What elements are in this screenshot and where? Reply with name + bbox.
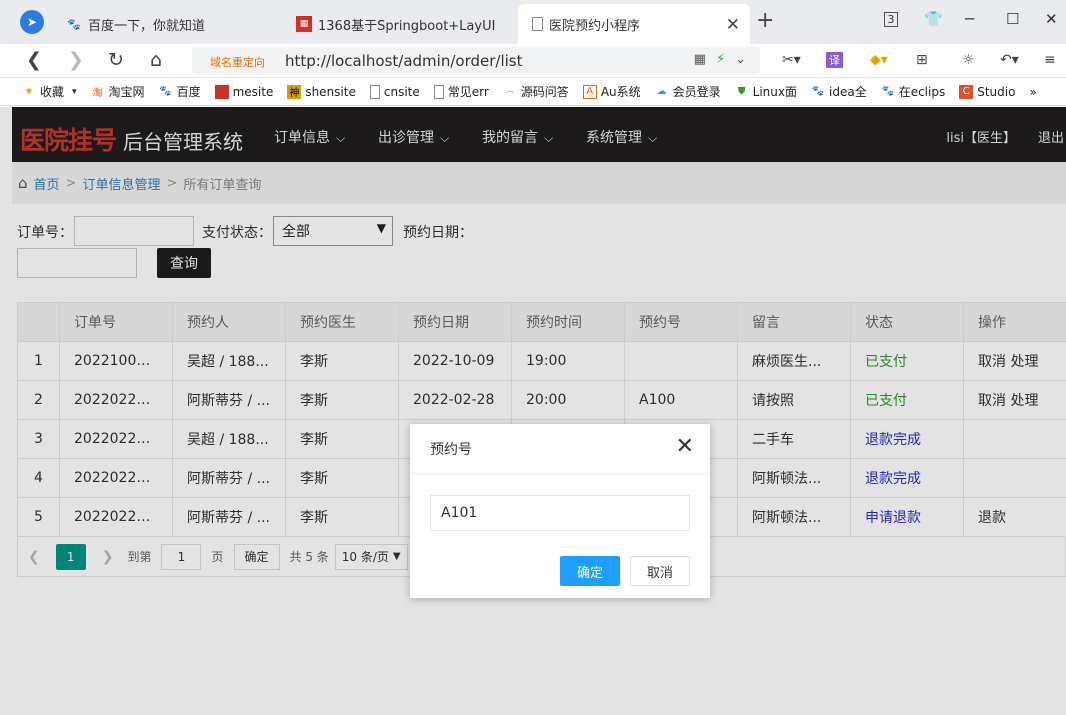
url-text[interactable]: http://localhost/admin/order/list — [285, 52, 522, 70]
shield-icon: ⛊ — [737, 86, 746, 97]
bookmark-item[interactable]: cnsite — [369, 84, 420, 99]
au-icon: A — [582, 84, 597, 99]
forward-icon[interactable]: ❯ — [68, 49, 84, 71]
bookmark-item[interactable]: C Studio — [959, 84, 1015, 99]
bookmark-item[interactable]: ☁ 会员登录 — [655, 83, 721, 100]
more-bookmarks-icon[interactable]: » — [1029, 85, 1036, 99]
bookmark-item[interactable]: 🐾 idea全 — [811, 83, 867, 100]
tab-springboot[interactable]: ▦ 1368基于Springboot+LayUI前 — [290, 4, 496, 44]
bookmark-item[interactable]: ෴ 源码问答 — [503, 83, 569, 100]
maximize-icon[interactable]: ☐ — [1006, 10, 1019, 28]
close-window-icon[interactable]: ✕ — [1045, 10, 1058, 28]
taobao-icon: 淘 — [92, 88, 103, 99]
bookmarks-bar: ★ 收藏 ▾ 淘淘宝网 🐾 百度 mesite 神 shensite cnsite 常见… — [0, 78, 1066, 106]
scissors-icon[interactable]: ✂▾ — [782, 52, 801, 68]
grid-icon[interactable]: ▦ — [694, 52, 706, 67]
home-icon[interactable]: ⌂ — [150, 49, 162, 71]
domain-redirect-badge: 域名重定向 — [210, 56, 265, 69]
sun-icon[interactable]: ☼ — [962, 52, 975, 68]
bookmark-item[interactable]: 淘淘宝网 — [91, 83, 145, 100]
bookmark-item[interactable]: ⛊ Linux面 — [735, 83, 797, 100]
paw-icon: 🐾 — [159, 86, 172, 97]
star-icon: ★ — [24, 86, 34, 97]
cancel-button[interactable]: 取消 — [630, 556, 690, 586]
menu-icon[interactable]: ≡ — [1044, 52, 1056, 68]
tab-hospital[interactable]: 医院预约小程序 ✕ — [518, 4, 750, 44]
confirm-button[interactable]: 确定 — [560, 556, 620, 586]
bookmark-item[interactable]: ★ 收藏 ▾ — [22, 83, 77, 100]
translate-icon[interactable]: 译 — [826, 52, 843, 68]
new-tab-button[interactable]: + — [756, 10, 774, 32]
document-icon — [532, 17, 543, 31]
tab-title: 医院预约小程序 — [549, 18, 641, 34]
tab-count-badge[interactable]: 3 — [884, 12, 898, 27]
dialog-title: 预约号 — [430, 441, 472, 458]
lightning-icon[interactable]: ⚡ — [716, 52, 725, 67]
c-icon: C — [959, 84, 974, 99]
paw-icon: 🐾 — [881, 86, 894, 97]
shen-icon: 神 — [287, 84, 302, 99]
paw-icon: 🐾 — [811, 86, 825, 97]
tab-title: 1368基于Springboot+LayUI前 — [318, 18, 496, 34]
document-icon — [369, 84, 380, 99]
undo-icon[interactable]: ↶▾ — [1000, 52, 1019, 68]
address-bar-row: ❮ ❯ ↻ ⌂ 域名重定向 http://localhost/admin/ord… — [0, 44, 1066, 78]
bookmark-item[interactable]: mesite — [214, 84, 273, 99]
cloud-icon: ☁ — [656, 86, 667, 97]
bookmark-item[interactable]: A Au系统 — [582, 83, 641, 100]
minimize-icon[interactable]: ─ — [965, 10, 974, 28]
reload-icon[interactable]: ↻ — [108, 49, 124, 71]
red-square-icon — [214, 84, 229, 99]
chevron-down-icon[interactable]: ⌄ — [735, 52, 746, 67]
paw-icon: 🐾 — [67, 17, 81, 31]
red-square-icon: ▦ — [296, 16, 312, 32]
swirl-icon: ෴ — [505, 86, 515, 97]
bookmark-item[interactable]: 常见err — [433, 83, 489, 100]
document-icon — [433, 84, 444, 99]
bookmark-item[interactable]: 🐾 在eclips — [881, 83, 945, 100]
bookmark-item[interactable]: 🐾 百度 — [159, 83, 200, 100]
browser-tab-strip: ➤ 🐾 百度一下，你就知道 ▦ 1368基于Springboot+LayUI前 … — [0, 0, 1066, 44]
bookmark-item[interactable]: 神 shensite — [287, 84, 356, 99]
tab-title: 百度一下，你就知道 — [88, 18, 206, 34]
tab-baidu[interactable]: 🐾 百度一下，你就知道 — [60, 4, 280, 44]
modal-overlay[interactable] — [0, 107, 1066, 715]
close-icon[interactable]: ✕ — [676, 436, 694, 458]
shirt-icon[interactable]: 👕 — [924, 10, 943, 28]
appointment-number-input[interactable]: A101 — [430, 495, 690, 531]
url-box[interactable]: 域名重定向 http://localhost/admin/order/list … — [192, 47, 760, 75]
browser-logo-icon[interactable]: ➤ — [20, 10, 44, 34]
apps-icon[interactable]: ⊞ — [916, 52, 928, 68]
appointment-number-dialog: 预约号 ✕ A101 确定 取消 — [410, 424, 710, 598]
shield-coin-icon[interactable]: ◆▾ — [870, 52, 888, 68]
back-icon[interactable]: ❮ — [26, 49, 42, 71]
close-tab-icon[interactable]: ✕ — [726, 15, 740, 35]
